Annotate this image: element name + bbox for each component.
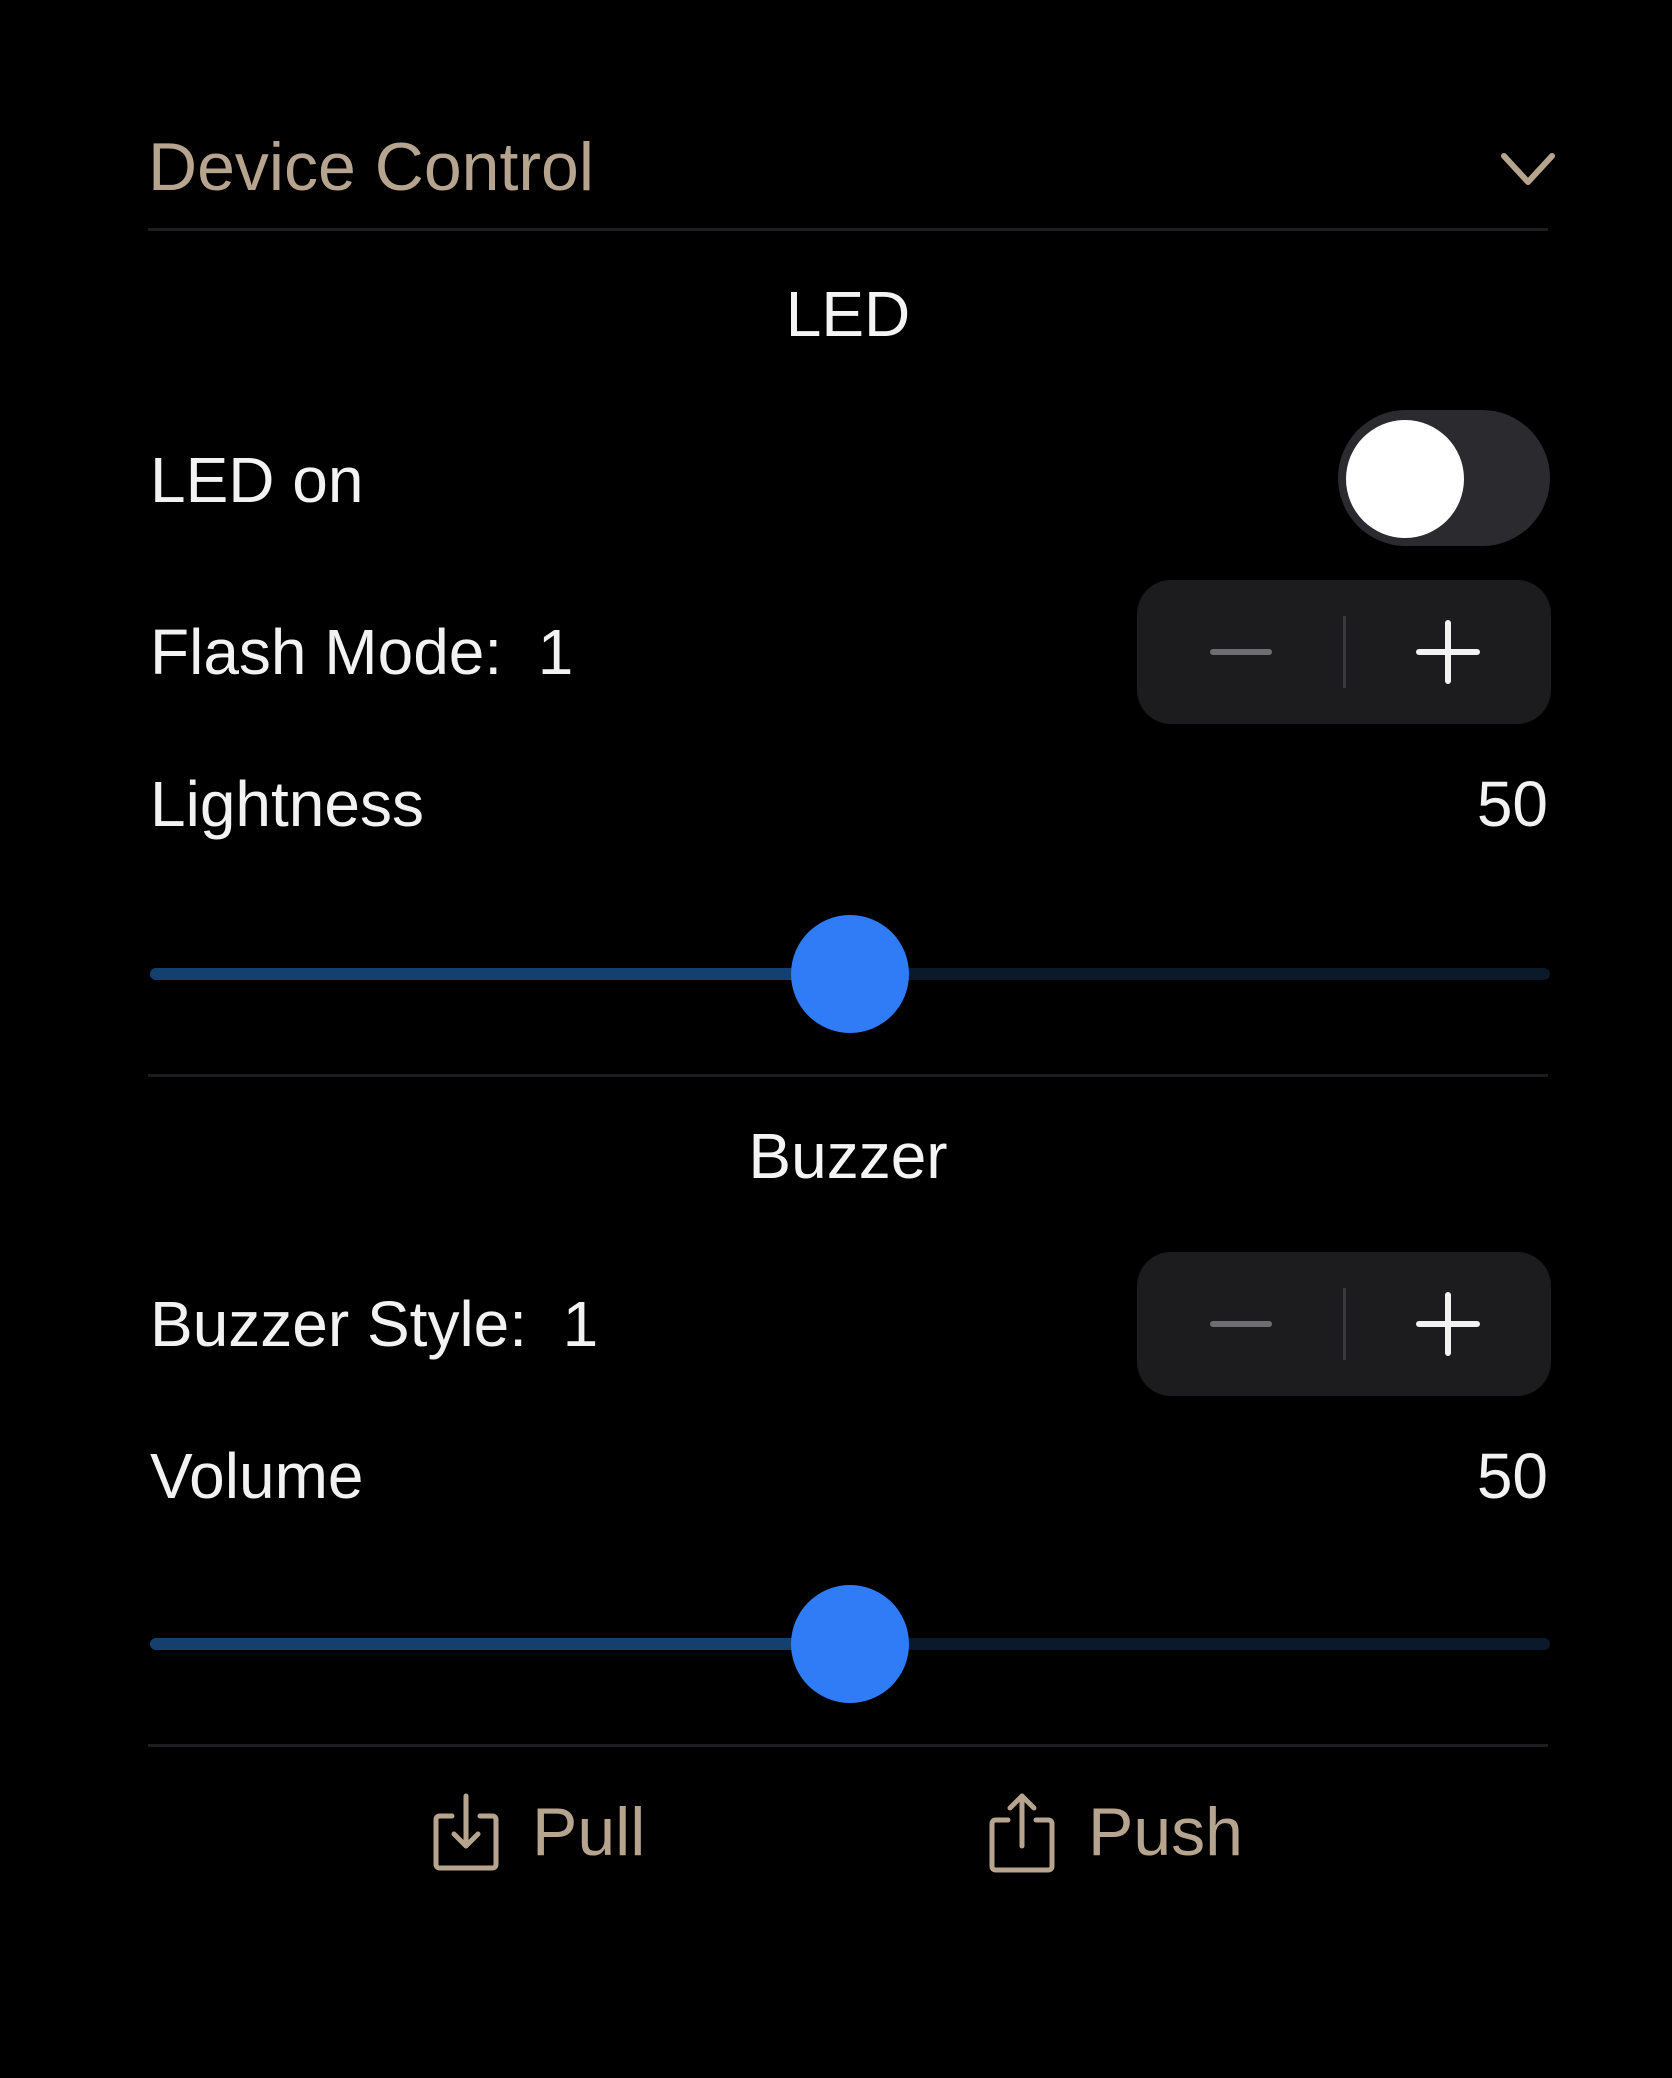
slider-fill: [150, 968, 850, 980]
plus-icon: [1415, 1292, 1480, 1356]
buzzer-style-label: Buzzer Style: 1: [150, 1288, 599, 1360]
volume-slider[interactable]: [150, 1584, 1550, 1704]
flash-mode-label: Flash Mode: 1: [150, 616, 574, 688]
lightness-label: Lightness: [150, 768, 424, 840]
push-button-label: Push: [1088, 1794, 1243, 1870]
buzzer-style-increment-button[interactable]: [1344, 1252, 1551, 1396]
volume-value: 50: [1476, 1440, 1548, 1512]
buzzer-style-decrement-button[interactable]: [1137, 1252, 1344, 1396]
lightness-value: 50: [1476, 768, 1548, 840]
lightness-slider[interactable]: [150, 914, 1550, 1034]
push-button[interactable]: Push: [986, 1784, 1243, 1880]
slider-fill: [150, 1638, 850, 1650]
pull-button-label: Pull: [532, 1794, 646, 1870]
download-tray-icon: [433, 1793, 499, 1871]
buzzer-divider: [148, 1744, 1548, 1747]
header-divider: [148, 228, 1548, 231]
buzzer-section-title: Buzzer: [748, 1120, 948, 1192]
flash-mode-stepper: [1137, 580, 1551, 724]
buzzer-style-stepper: [1137, 1252, 1551, 1396]
minus-icon: [1209, 1321, 1272, 1327]
minus-icon: [1209, 649, 1272, 655]
pull-button[interactable]: Pull: [430, 1784, 645, 1880]
led-on-label: LED on: [150, 444, 364, 516]
share-icon: [989, 1793, 1055, 1873]
slider-thumb[interactable]: [791, 1585, 909, 1703]
led-on-toggle[interactable]: [1338, 410, 1550, 546]
led-divider: [148, 1074, 1548, 1077]
slider-thumb[interactable]: [791, 915, 909, 1033]
chevron-down-icon[interactable]: [1496, 146, 1560, 194]
volume-label: Volume: [150, 1440, 364, 1512]
plus-icon: [1415, 620, 1480, 684]
led-section-title: LED: [785, 278, 911, 350]
toggle-knob: [1346, 420, 1464, 538]
flash-mode-decrement-button[interactable]: [1137, 580, 1344, 724]
flash-mode-increment-button[interactable]: [1344, 580, 1551, 724]
section-header-title[interactable]: Device Control: [148, 125, 594, 209]
